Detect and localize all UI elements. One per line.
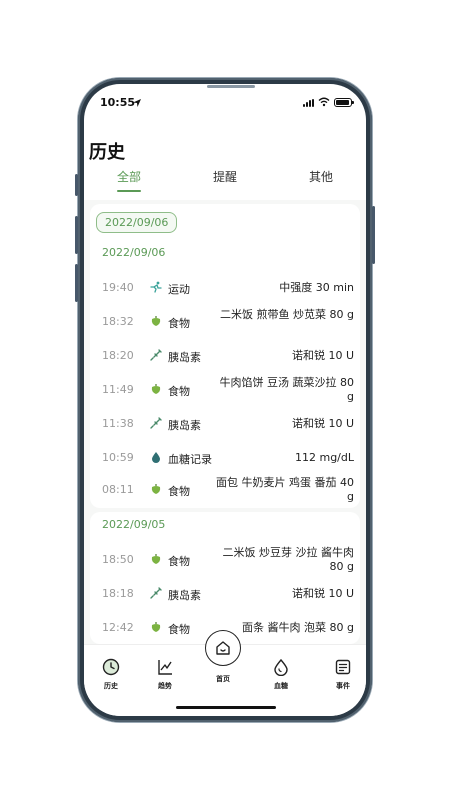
entry-category: 食物 [168,317,190,330]
running-icon [150,281,162,293]
status-time: 10:55 [100,96,136,109]
list-item[interactable]: 18:32 食物 二米饭 煎带鱼 炒苋菜 80 g [102,308,354,338]
list-item[interactable]: 18:20 胰岛素 诺和锐 10 U [102,348,354,364]
phone-frame: 10:55 历史 全部 提醒 其他 2022/09/06 2022/09/06 … [75,78,375,722]
nav-events-label: 事件 [336,682,350,690]
date-heading: 2022/09/06 [102,246,166,259]
entry-value: 中强度 30 min [279,281,354,294]
entry-category: 食物 [168,555,190,568]
tab-bar: 全部 提醒 其他 [84,168,366,192]
date-filter-chip[interactable]: 2022/09/06 [96,212,178,233]
nav-home-button[interactable] [205,630,241,666]
nav-glucose-label: 血糖 [274,682,288,690]
pepper-icon [151,622,161,632]
entry-value: 诺和锐 10 U [291,587,354,600]
entry-time: 08:11 [102,483,134,496]
cellular-signal-icon [303,99,314,107]
entry-time: 18:18 [102,587,134,600]
entry-time: 10:59 [102,451,134,464]
power-button [372,206,375,264]
page-title: 历史 [89,142,125,163]
mute-switch [75,174,78,196]
entry-category: 胰岛素 [168,351,201,364]
date-heading: 2022/09/05 [102,518,166,531]
nav-trend[interactable]: 趋势 [145,658,185,691]
earpiece [207,85,255,88]
entry-time: 11:38 [102,417,134,430]
entry-category: 食物 [168,485,190,498]
volume-up-button [75,216,78,254]
tab-reminders[interactable]: 提醒 [213,168,237,185]
entry-value: 面包 牛奶麦片 鸡蛋 番茄 40 g [216,476,354,503]
list-item[interactable]: 18:50 食物 二米饭 炒豆芽 沙拉 酱牛肉 80 g [102,546,354,576]
entry-category: 食物 [168,623,190,636]
nav-glucose[interactable]: 血糖 [261,658,301,691]
syringe-icon [150,587,162,599]
entry-time: 19:40 [102,281,134,294]
pepper-icon [151,484,161,494]
entry-value: 诺和锐 10 U [291,417,354,430]
volume-down-button [75,264,78,302]
tab-other[interactable]: 其他 [309,168,333,185]
active-tab-indicator [117,190,141,192]
entry-value: 112 mg/dL [294,451,354,464]
home-icon [216,641,230,655]
battery-icon [334,98,354,107]
entry-category: 血糖记录 [168,453,212,466]
nav-history[interactable]: 历史 [91,658,131,691]
nav-history-label: 历史 [104,682,118,690]
entry-value: 牛肉馅饼 豆汤 蔬菜沙拉 80 g [219,376,355,403]
nav-trend-label: 趋势 [158,682,172,690]
home-indicator[interactable] [176,706,276,709]
entry-time: 18:20 [102,349,134,362]
entry-time: 18:50 [102,553,134,566]
entry-value: 诺和锐 10 U [291,349,354,362]
app-screen: 10:55 历史 全部 提醒 其他 2022/09/06 2022/09/06 … [84,84,366,716]
pepper-icon [151,384,161,394]
list-item[interactable]: 19:40 运动 中强度 30 min [102,280,354,296]
entry-value: 面条 酱牛肉 泡菜 80 g [242,621,354,634]
entry-time: 18:32 [102,315,134,328]
entry-category: 胰岛素 [168,419,201,432]
entry-value: 二米饭 炒豆芽 沙拉 酱牛肉 80 g [222,546,355,573]
syringe-icon [150,417,162,429]
list-item[interactable]: 11:38 胰岛素 诺和锐 10 U [102,416,354,432]
glucose-drop-icon [274,658,288,676]
location-arrow-icon [133,99,141,107]
status-bar: 10:55 [84,96,366,112]
list-item[interactable]: 08:11 食物 面包 牛奶麦片 鸡蛋 番茄 40 g [102,476,354,506]
syringe-icon [150,349,162,361]
entry-category: 运动 [168,283,190,296]
entry-category: 胰岛素 [168,589,201,602]
entry-category: 食物 [168,385,190,398]
trend-chart-icon [158,660,172,675]
pepper-icon [151,554,161,564]
blood-drop-icon [152,452,160,463]
entry-time: 11:49 [102,383,134,396]
nav-events[interactable]: 事件 [323,658,363,691]
list-item[interactable]: 10:59 血糖记录 112 mg/dL [102,450,354,466]
nav-home-label: 首页 [216,675,230,683]
events-list-icon [335,659,351,675]
entry-value: 二米饭 煎带鱼 炒苋菜 80 g [220,308,354,321]
tab-all[interactable]: 全部 [117,168,141,185]
history-clock-icon [102,658,120,676]
wifi-icon [318,97,330,107]
list-item[interactable]: 11:49 食物 牛肉馅饼 豆汤 蔬菜沙拉 80 g [102,376,354,406]
pepper-icon [151,316,161,326]
bottom-nav: 历史 趋势 首页 血糖 事件 [84,630,366,716]
list-item[interactable]: 18:18 胰岛素 诺和锐 10 U [102,586,354,602]
entry-time: 12:42 [102,621,134,634]
